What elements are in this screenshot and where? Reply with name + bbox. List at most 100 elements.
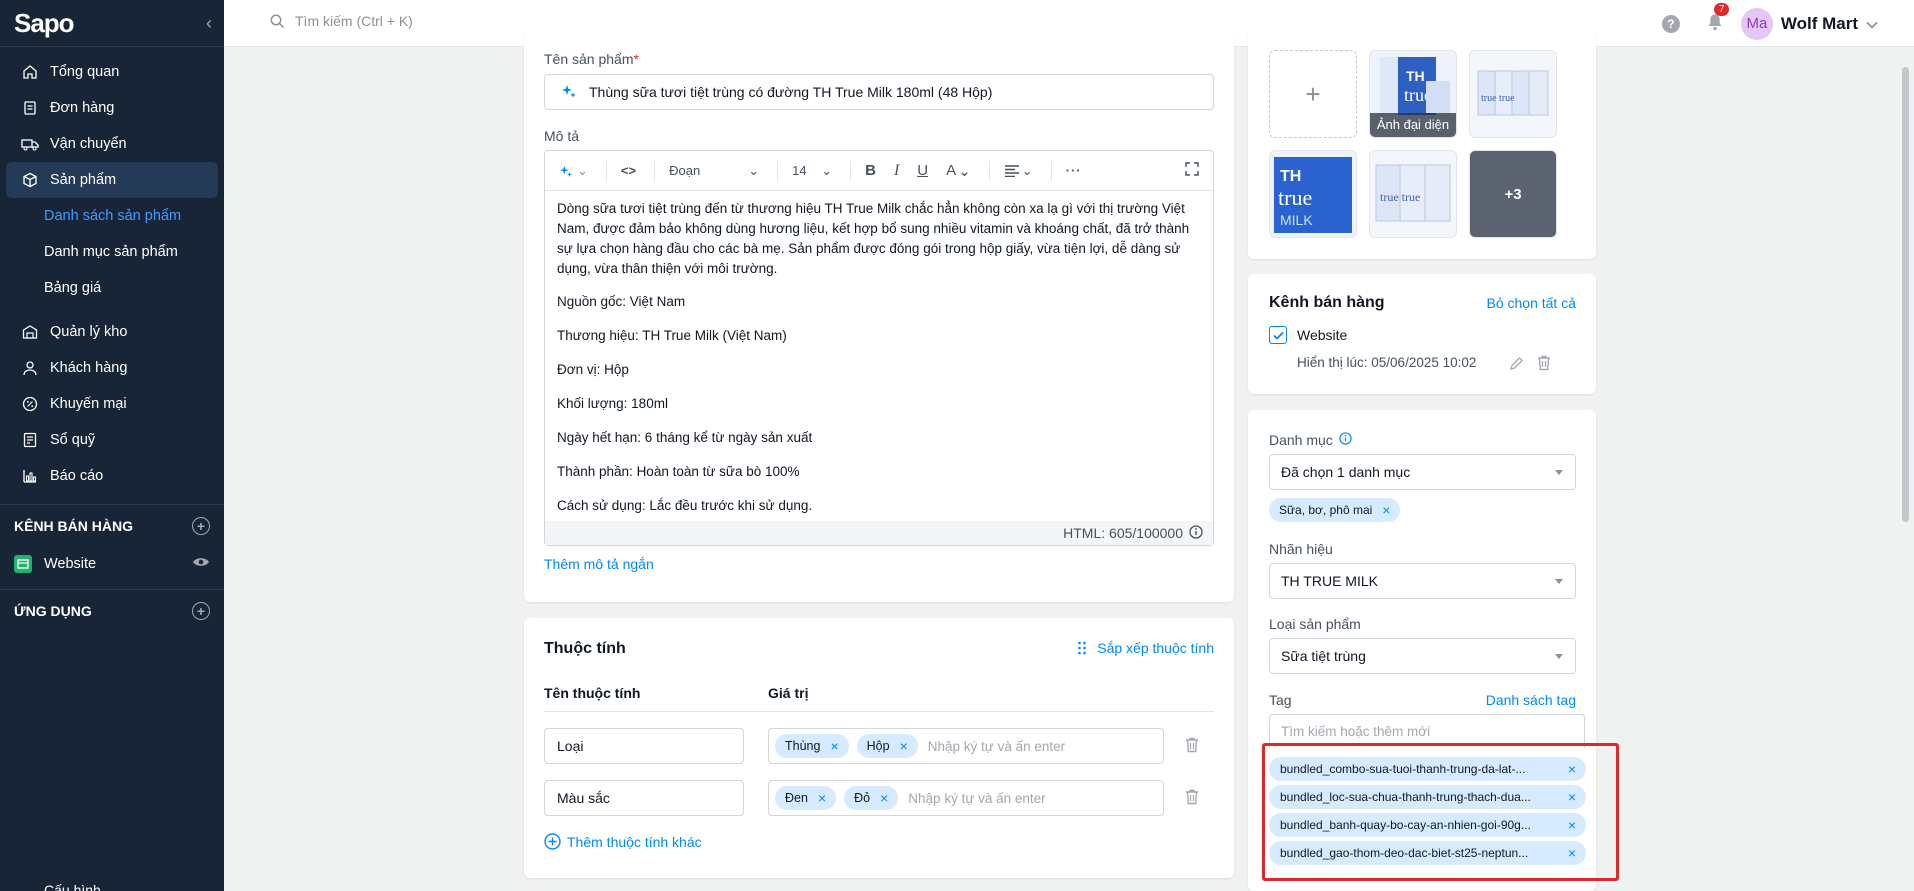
attribute-values-input[interactable]: Thùng × Hộp × Nhập ký tự và ấn enter [768, 728, 1164, 764]
deselect-all-link[interactable]: Bỏ chọn tất cả [1486, 295, 1576, 311]
chip-label: Đen [785, 791, 808, 805]
discount-icon [20, 394, 40, 414]
website-label: Website [44, 556, 97, 572]
attribute-name-input[interactable]: Loại [544, 728, 744, 764]
settings-item[interactable]: Cấu hình [14, 882, 101, 891]
category-chip: Sữa, bơ, phô mai × [1269, 498, 1401, 522]
product-image-thumb[interactable]: true true [1369, 150, 1457, 238]
more-images-thumb[interactable]: +3 [1469, 150, 1557, 238]
attribute-value-chip: Đỏ × [844, 786, 899, 810]
description-editor[interactable]: ⌄ <> Đoạn ⌄ 14 ⌄ B I U A ⌄ ⌄ ··· Dòng sữa t… [544, 150, 1214, 546]
sort-attributes-link[interactable]: Sắp xếp thuộc tính [1077, 640, 1214, 656]
delete-attribute-button[interactable] [1185, 737, 1199, 756]
sub-item-price-list[interactable]: Bảng giá [0, 270, 224, 306]
remove-chip-icon[interactable]: × [880, 790, 888, 806]
add-app-icon[interactable]: + [192, 601, 210, 620]
nav-item-inventory[interactable]: Quản lý kho [6, 314, 218, 350]
add-attribute-link[interactable]: Thêm thuộc tính khác [544, 833, 702, 850]
align-button[interactable]: ⌄ [1004, 163, 1033, 179]
fullscreen-icon[interactable] [1185, 162, 1199, 179]
edit-icon[interactable] [1509, 356, 1524, 374]
chart-icon [20, 466, 40, 486]
sub-item-product-list[interactable]: Danh sách sản phẩm [0, 198, 224, 234]
italic-button[interactable]: I [894, 162, 899, 180]
scrollbar-thumb[interactable] [1902, 67, 1909, 522]
remove-chip-icon[interactable]: × [818, 790, 826, 806]
add-image-button[interactable]: + [1269, 50, 1357, 138]
global-search[interactable]: Tìm kiếm (Ctrl + K) [270, 13, 413, 29]
nav-item-shipping[interactable]: Vận chuyển [6, 126, 218, 162]
chip-label: Thùng [785, 739, 821, 753]
website-channel-checkbox[interactable]: Website [1269, 326, 1347, 344]
font-size-value: 14 [792, 163, 807, 178]
trash-icon[interactable] [1537, 355, 1551, 374]
nav-item-orders[interactable]: Đơn hàng [6, 90, 218, 126]
tag-list-link[interactable]: Danh sách tag [1486, 692, 1576, 708]
product-image-thumb[interactable]: TH true MILK [1269, 150, 1357, 238]
eye-icon[interactable] [192, 556, 210, 572]
product-image-thumb[interactable]: TH true Ảnh đại diện [1369, 50, 1457, 138]
svg-text:true: true [1278, 185, 1312, 210]
caret-down-icon [1555, 653, 1563, 659]
caret-down-icon [1555, 469, 1563, 475]
chevron-down-icon[interactable] [1866, 16, 1878, 32]
sapo-logo[interactable]: Sapo [14, 8, 75, 39]
product-name-input[interactable]: Thùng sữa tươi tiệt trùng có đường TH Tr… [544, 74, 1214, 110]
store-name[interactable]: Wolf Mart [1781, 14, 1858, 34]
format-select[interactable]: Đoạn ⌄ [669, 163, 759, 179]
drag-handle-icon [1078, 641, 1087, 655]
avatar[interactable]: Ma [1740, 7, 1773, 40]
font-size-select[interactable]: 14 ⌄ [792, 163, 832, 179]
remove-chip-icon[interactable]: × [900, 738, 908, 754]
remove-chip-icon[interactable]: × [1382, 502, 1390, 518]
divider [850, 160, 852, 181]
bold-button[interactable]: B [865, 162, 876, 179]
info-icon[interactable] [1339, 432, 1352, 448]
nav-item-overview[interactable]: Tổng quan [6, 54, 218, 90]
brand-select-value: TH TRUE MILK [1281, 573, 1378, 589]
checkbox-checked-icon [1269, 326, 1287, 344]
delete-attribute-button[interactable] [1185, 789, 1199, 808]
ai-assist-button[interactable]: ⌄ [559, 163, 588, 179]
svg-text:TH: TH [1280, 168, 1301, 185]
text-color-button[interactable]: A ⌄ [946, 162, 971, 180]
tag-label: Tag [1269, 692, 1292, 708]
sort-attributes-text: Sắp xếp thuộc tính [1097, 640, 1214, 656]
add-short-description-link[interactable]: Thêm mô tả ngắn [544, 556, 654, 572]
nav-label: Khuyến mại [50, 396, 127, 412]
product-image-thumb[interactable]: true true [1469, 50, 1557, 138]
product-type-select[interactable]: Sữa tiệt trùng [1269, 638, 1576, 674]
nav-item-customers[interactable]: Khách hàng [6, 350, 218, 386]
attribute-values-input[interactable]: Đen × Đỏ × Nhập ký tự và ấn enter [768, 780, 1164, 816]
website-channel-label: Website [1297, 327, 1348, 343]
order-icon [20, 98, 40, 118]
nav-item-reports[interactable]: Báo cáo [6, 458, 218, 494]
collapse-sidebar-icon[interactable]: ‹ [206, 13, 212, 34]
channel-website[interactable]: Website [0, 546, 224, 582]
divider [605, 160, 607, 181]
editor-content[interactable]: Dòng sữa tươi tiệt trùng đến từ thương h… [545, 191, 1213, 537]
add-channel-icon[interactable]: + [192, 516, 210, 535]
remove-chip-icon[interactable]: × [830, 738, 838, 754]
nav-item-cashbook[interactable]: Sổ quỹ [6, 422, 218, 458]
apps-header: ỨNG DỤNG + [0, 589, 224, 631]
underline-button[interactable]: U [917, 162, 928, 179]
desc-paragraph: Nguồn gốc: Việt Nam [557, 294, 686, 309]
nav-item-products[interactable]: Sản phẩm [6, 162, 218, 198]
code-view-button[interactable]: <> [621, 163, 636, 178]
nav-label: Đơn hàng [50, 100, 115, 116]
category-select[interactable]: Đã chọn 1 danh mục [1269, 454, 1576, 490]
notification-bell[interactable]: 7 [1707, 3, 1730, 34]
nav-item-promotions[interactable]: Khuyến mại [6, 386, 218, 422]
ai-sparkle-icon[interactable] [561, 83, 577, 102]
help-icon[interactable]: ? [1661, 14, 1680, 33]
attribute-name-input[interactable]: Màu sắc [544, 780, 744, 816]
search-placeholder: Tìm kiếm (Ctrl + K) [295, 13, 413, 29]
divider [1050, 160, 1052, 181]
more-button[interactable]: ··· [1066, 163, 1082, 178]
page-scrollbar[interactable] [1898, 47, 1914, 891]
brand-select[interactable]: TH TRUE MILK [1269, 563, 1576, 599]
align-left-icon [1004, 164, 1019, 177]
info-icon[interactable] [1189, 524, 1203, 542]
sub-item-product-categories[interactable]: Danh mục sản phẩm [0, 234, 224, 270]
